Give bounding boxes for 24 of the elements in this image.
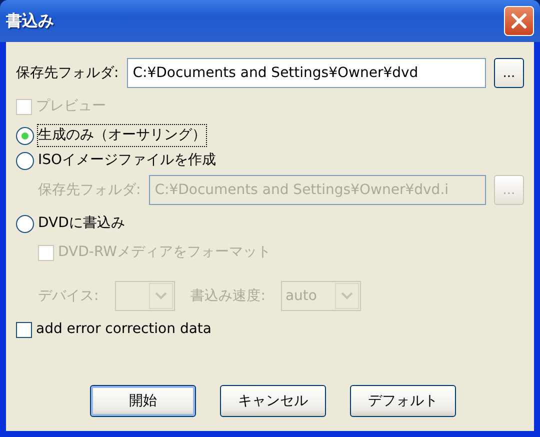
dialog-button[interactable]: 開始 <box>90 385 196 417</box>
radio-label: ISOイメージファイルを作成 <box>38 151 216 170</box>
dropdown-label: 書込み速度: <box>190 286 266 306</box>
field-label: 保存先フォルダ: <box>16 64 119 82</box>
chevron-down-icon <box>154 292 167 300</box>
close-icon <box>510 12 528 30</box>
checkbox[interactable] <box>16 322 32 338</box>
close-button[interactable] <box>504 6 534 36</box>
radio-button[interactable] <box>16 214 34 232</box>
radio-label: 生成のみ（オーサリング） <box>38 125 206 146</box>
radio-button[interactable] <box>16 126 34 144</box>
field-label: 保存先フォルダ: <box>38 180 141 200</box>
checkbox-label: add error correction data <box>36 320 212 339</box>
dialog-button[interactable]: キャンセル <box>220 385 326 417</box>
browse-button[interactable]: ... <box>494 58 524 88</box>
radio-button[interactable] <box>16 152 34 170</box>
folder-field[interactable]: C:¥Documents and Settings¥Owner¥dvd <box>126 58 486 88</box>
chevron-down-icon <box>341 292 354 300</box>
window-title: 書込み <box>6 10 54 32</box>
checkbox-label: プレビュー <box>36 97 106 116</box>
dropdown-label: デバイス: <box>38 286 99 306</box>
radio-label: DVDに書込み <box>38 214 125 233</box>
checkbox-label: DVD-RWメディアをフォーマット <box>58 243 271 262</box>
dialog-button[interactable]: デフォルト <box>350 385 456 417</box>
